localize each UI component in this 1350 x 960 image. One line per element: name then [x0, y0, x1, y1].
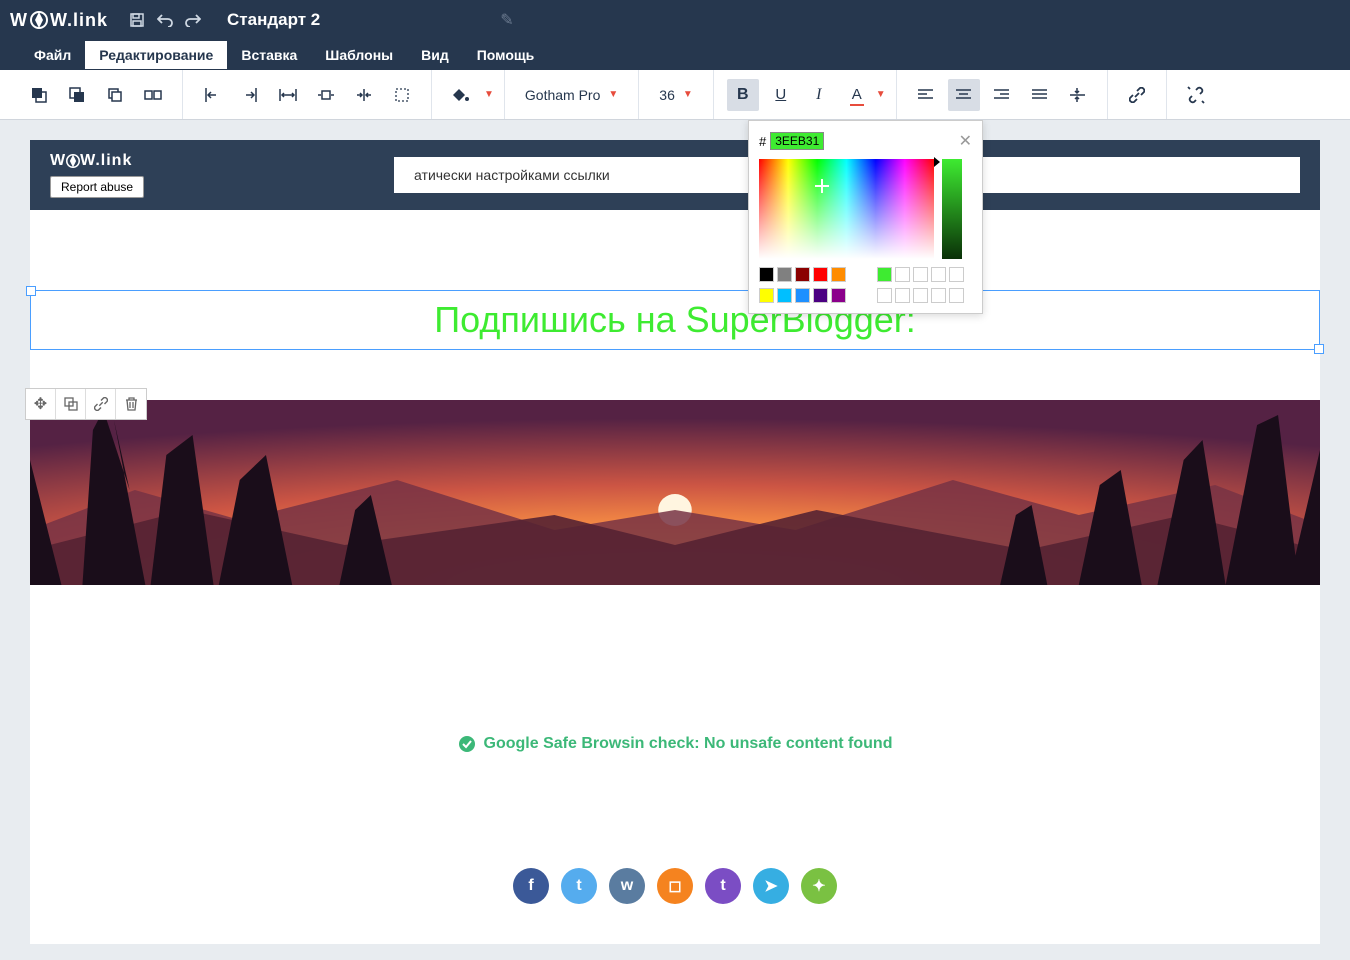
social-instagram-icon[interactable]: ◻	[657, 868, 693, 904]
move-icon[interactable]: ✥	[26, 389, 56, 419]
selection-bounds-icon[interactable]	[386, 79, 418, 111]
copy-icon[interactable]	[56, 389, 86, 419]
menu-help[interactable]: Помощь	[463, 41, 549, 69]
group-icon[interactable]	[137, 79, 169, 111]
unlink-icon[interactable]	[1180, 79, 1212, 111]
social-tumblr-icon[interactable]: t	[705, 868, 741, 904]
page-header: WW.link Report abuse атически настройкам…	[30, 140, 1320, 210]
fill-color-icon[interactable]	[445, 79, 477, 111]
report-abuse-button[interactable]: Report abuse	[50, 176, 144, 198]
swatch-empty[interactable]	[895, 267, 910, 282]
swatch-empty[interactable]	[949, 267, 964, 282]
menubar: Файл Редактирование Вставка Шаблоны Вид …	[0, 40, 1350, 70]
swatch[interactable]	[795, 288, 810, 303]
color-swatches	[759, 267, 972, 303]
duplicate-icon[interactable]	[99, 79, 131, 111]
social-twitter-icon[interactable]: t	[561, 868, 597, 904]
page-logo: WW.link	[50, 152, 144, 170]
document-title: Стандарт 2	[227, 10, 320, 30]
send-backward-icon[interactable]	[61, 79, 93, 111]
swatch[interactable]	[813, 267, 828, 282]
hex-hash: #	[759, 134, 766, 149]
hue-arrow-icon	[934, 157, 940, 167]
stretch-horizontal-icon[interactable]	[272, 79, 304, 111]
align-left-icon[interactable]	[910, 79, 942, 111]
color-spectrum[interactable]	[759, 159, 934, 259]
compress-horizontal-icon[interactable]	[348, 79, 380, 111]
save-icon[interactable]	[123, 6, 151, 34]
font-family-value: Gotham Pro	[525, 87, 600, 103]
app-logo: WW.link	[10, 10, 108, 31]
swatch-empty[interactable]	[895, 288, 910, 303]
bring-forward-icon[interactable]	[23, 79, 55, 111]
hex-value-input[interactable]: 3EEB31	[770, 132, 824, 150]
underline-button[interactable]: U	[765, 79, 797, 111]
canvas[interactable]: WW.link Report abuse атически настройкам…	[30, 140, 1320, 944]
swatch[interactable]	[813, 288, 828, 303]
hero-image[interactable]	[30, 400, 1320, 585]
swatch[interactable]	[777, 288, 792, 303]
element-toolbar: ✥	[25, 388, 147, 420]
safe-check-text: Google Safe Browsin check: No unsafe con…	[484, 735, 893, 753]
app-topbar: WW.link Стандарт 2 ✎	[0, 0, 1350, 40]
swatch[interactable]	[759, 288, 774, 303]
menu-edit[interactable]: Редактирование	[85, 41, 227, 69]
swatch[interactable]	[877, 267, 892, 282]
swatch-empty[interactable]	[931, 267, 946, 282]
menu-view[interactable]: Вид	[407, 41, 463, 69]
shield-check-icon	[458, 735, 476, 753]
social-evernote-icon[interactable]: ✦	[801, 868, 837, 904]
canvas-scroll[interactable]: WW.link Report abuse атически настройкам…	[0, 120, 1350, 960]
align-justify-icon[interactable]	[1024, 79, 1056, 111]
redo-icon[interactable]	[179, 6, 207, 34]
close-icon[interactable]: ✕	[959, 131, 972, 151]
swatch[interactable]	[759, 267, 774, 282]
color-picker-popup: # 3EEB31 ✕	[748, 120, 983, 314]
menu-templates[interactable]: Шаблоны	[311, 41, 407, 69]
align-left-edge-icon[interactable]	[196, 79, 228, 111]
bold-button[interactable]: B	[727, 79, 759, 111]
text-color-button[interactable]: A	[841, 79, 873, 111]
swatch-empty[interactable]	[931, 288, 946, 303]
swatch-empty[interactable]	[913, 288, 928, 303]
link-icon[interactable]	[1121, 79, 1153, 111]
font-size-select[interactable]: 36▼	[649, 87, 702, 103]
swatch[interactable]	[777, 267, 792, 282]
spectrum-cursor-icon	[815, 179, 829, 193]
fill-caret-icon[interactable]: ▼	[484, 89, 494, 100]
swatch-empty[interactable]	[913, 267, 928, 282]
undo-icon[interactable]	[151, 6, 179, 34]
hue-slider[interactable]	[942, 159, 962, 259]
swatch-empty[interactable]	[877, 288, 892, 303]
toolbar: ▼ Gotham Pro▼ 36▼ B U I A ▼	[0, 70, 1350, 120]
align-right-icon[interactable]	[986, 79, 1018, 111]
center-horizontal-icon[interactable]	[310, 79, 342, 111]
element-link-icon[interactable]	[86, 389, 116, 419]
social-telegram-icon[interactable]: ➤	[753, 868, 789, 904]
social-vk-icon[interactable]: w	[609, 868, 645, 904]
safe-browsing-check: Google Safe Browsin check: No unsafe con…	[30, 585, 1320, 853]
vertical-center-icon[interactable]	[1062, 79, 1094, 111]
menu-insert[interactable]: Вставка	[227, 41, 311, 69]
font-family-select[interactable]: Gotham Pro▼	[515, 87, 628, 103]
headline-text[interactable]: Подпишись на SuperBlogger:	[39, 299, 1311, 341]
social-facebook-icon[interactable]: f	[513, 868, 549, 904]
italic-button[interactable]: I	[803, 79, 835, 111]
swatch[interactable]	[831, 288, 846, 303]
edit-title-icon[interactable]: ✎	[500, 10, 513, 30]
social-icons-row: ftw◻t➤✦	[30, 853, 1320, 944]
font-size-value: 36	[659, 87, 675, 103]
swatch-empty[interactable]	[949, 288, 964, 303]
align-right-edge-icon[interactable]	[234, 79, 266, 111]
delete-icon[interactable]	[116, 389, 146, 419]
text-color-caret-icon[interactable]: ▼	[876, 89, 886, 100]
menu-file[interactable]: Файл	[20, 41, 85, 69]
selected-text-element[interactable]: Подпишись на SuperBlogger:	[30, 290, 1320, 350]
swatch[interactable]	[831, 267, 846, 282]
swatch[interactable]	[795, 267, 810, 282]
align-center-icon[interactable]	[948, 79, 980, 111]
